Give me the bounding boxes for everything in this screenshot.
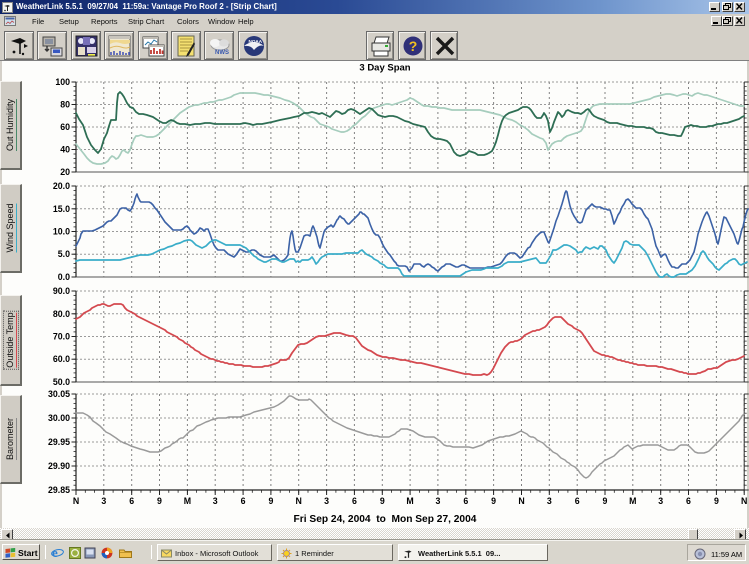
svg-text:3: 3 [435, 496, 440, 506]
svg-text:20: 20 [60, 167, 70, 177]
svg-text:3: 3 [213, 496, 218, 506]
svg-text:3: 3 [658, 496, 663, 506]
svg-text:50.0: 50.0 [53, 377, 70, 387]
svg-text:N: N [296, 496, 302, 506]
svg-text:3 Day Span: 3 Day Span [359, 63, 410, 74]
svg-text:3: 3 [547, 496, 552, 506]
svg-text:6: 6 [686, 496, 691, 506]
svg-text:Fri Sep 24, 2004 to Mon Sep: Fri Sep 24, 2004 to Mon Sep 27, 2004 [294, 514, 477, 525]
svg-text:15.0: 15.0 [53, 204, 70, 214]
svg-text:6: 6 [575, 496, 580, 506]
svg-text:29.90: 29.90 [48, 461, 70, 471]
svg-text:M: M [406, 496, 413, 506]
svg-text:NOAA: NOAA [248, 39, 262, 44]
svg-text:6: 6 [129, 496, 134, 506]
svg-text:29.95: 29.95 [48, 437, 70, 447]
svg-text:29.85: 29.85 [48, 485, 70, 495]
svg-text:N: N [741, 496, 747, 506]
svg-text:60.0: 60.0 [53, 354, 70, 364]
svg-text:?: ? [409, 38, 418, 54]
svg-text:0.0: 0.0 [58, 272, 70, 282]
svg-text:N: N [73, 496, 79, 506]
svg-text:N: N [518, 496, 524, 506]
svg-text:80.0: 80.0 [53, 309, 70, 319]
svg-text:100: 100 [55, 77, 70, 87]
svg-text:9: 9 [268, 496, 273, 506]
svg-text:9: 9 [157, 496, 162, 506]
svg-text:M: M [629, 496, 636, 506]
svg-text:5.0: 5.0 [58, 249, 70, 259]
svg-text:10.0: 10.0 [53, 227, 70, 237]
svg-text:M: M [184, 496, 191, 506]
svg-text:70.0: 70.0 [53, 332, 70, 342]
svg-text:6: 6 [463, 496, 468, 506]
svg-text:3: 3 [324, 496, 329, 506]
svg-text:20.0: 20.0 [53, 181, 70, 191]
svg-text:9: 9 [714, 496, 719, 506]
svg-text:e: e [52, 546, 58, 559]
svg-text:9: 9 [380, 496, 385, 506]
svg-text:30.00: 30.00 [48, 413, 70, 423]
svg-text:80: 80 [60, 100, 70, 110]
svg-text:60: 60 [60, 122, 70, 132]
svg-text:NWS: NWS [215, 50, 229, 56]
svg-text:6: 6 [352, 496, 357, 506]
svg-text:6: 6 [241, 496, 246, 506]
svg-text:30.05: 30.05 [48, 389, 70, 399]
svg-text:9: 9 [491, 496, 496, 506]
svg-text:90.0: 90.0 [53, 286, 70, 296]
svg-text:3: 3 [101, 496, 106, 506]
svg-text:40: 40 [60, 145, 70, 155]
svg-text:9: 9 [603, 496, 608, 506]
